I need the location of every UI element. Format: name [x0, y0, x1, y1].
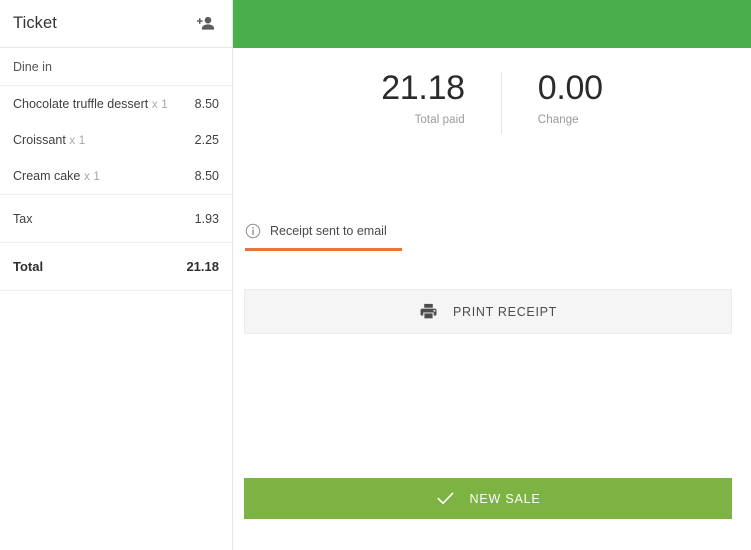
- item-price: 2.25: [194, 133, 219, 147]
- payment-body: 21.18 Total paid 0.00 Change Receipt sen…: [233, 48, 751, 550]
- payment-panel: 21.18 Total paid 0.00 Change Receipt sen…: [233, 0, 751, 550]
- add-person-button[interactable]: [192, 11, 218, 37]
- divider: [0, 290, 232, 291]
- item-name: Cream cake: [13, 169, 81, 183]
- new-sale-button[interactable]: NEW SALE: [244, 478, 732, 519]
- item-name: Chocolate truffle dessert: [13, 97, 149, 111]
- print-receipt-label: PRINT RECEIPT: [452, 304, 558, 319]
- item-price: 8.50: [194, 169, 219, 183]
- item-quantity: x 1: [69, 133, 86, 147]
- receipt-status[interactable]: Receipt sent to email: [244, 223, 424, 251]
- new-sale-label: NEW SALE: [469, 491, 541, 506]
- total-paid-amount: 21.18: [381, 69, 465, 107]
- receipt-status-inner: Receipt sent to email: [244, 223, 424, 239]
- item-quantity: x 1: [151, 97, 168, 111]
- totals-summary: 21.18 Total paid 0.00 Change: [251, 68, 733, 134]
- ticket-panel: Ticket Dine in Chocolate truffle dessert…: [0, 0, 233, 550]
- tax-row: Tax 1.93: [0, 195, 232, 242]
- pos-payment-screen: Ticket Dine in Chocolate truffle dessert…: [0, 0, 751, 550]
- item-name-cell: Croissant x 1: [13, 133, 85, 147]
- table-row[interactable]: Chocolate truffle dessert x 1 8.50: [0, 86, 232, 122]
- total-value: 21.18: [186, 259, 219, 274]
- total-paid-cell: 21.18 Total paid: [347, 68, 501, 126]
- total-paid-label: Total paid: [414, 114, 465, 126]
- info-icon: [245, 223, 261, 239]
- change-amount: 0.00: [537, 69, 603, 107]
- tax-value: 1.93: [194, 211, 219, 226]
- item-name: Croissant: [13, 133, 66, 147]
- order-type-label: Dine in: [13, 59, 52, 74]
- add-person-icon: [196, 16, 214, 30]
- item-name-cell: Cream cake x 1: [13, 169, 100, 183]
- receipt-status-label: Receipt sent to email: [270, 224, 387, 238]
- table-row[interactable]: Croissant x 1 2.25: [0, 122, 232, 158]
- ticket-header: Ticket: [0, 0, 232, 48]
- order-type-row[interactable]: Dine in: [0, 48, 232, 86]
- table-row[interactable]: Cream cake x 1 8.50: [0, 158, 232, 194]
- change-cell: 0.00 Change: [502, 68, 637, 126]
- app-header-bar: [233, 0, 751, 48]
- item-name-cell: Chocolate truffle dessert x 1: [13, 97, 168, 111]
- tax-label: Tax: [13, 211, 33, 226]
- ticket-items-list: Chocolate truffle dessert x 1 8.50 Crois…: [0, 86, 232, 194]
- item-price: 8.50: [194, 97, 219, 111]
- receipt-status-underline: [245, 248, 402, 251]
- item-quantity: x 1: [83, 169, 100, 183]
- total-row: Total 21.18: [0, 243, 232, 290]
- printer-icon: [420, 303, 437, 319]
- check-icon: [436, 492, 454, 505]
- change-label: Change: [537, 114, 579, 126]
- print-receipt-button[interactable]: PRINT RECEIPT: [244, 289, 732, 334]
- page-title: Ticket: [13, 14, 57, 32]
- total-label: Total: [13, 259, 44, 274]
